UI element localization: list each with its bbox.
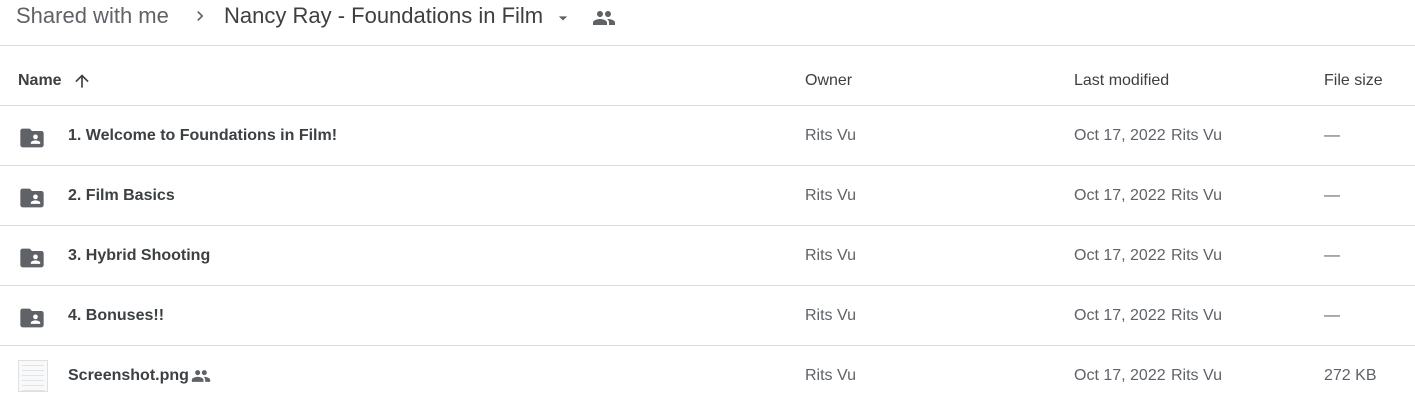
owner-name: Rits Vu xyxy=(805,127,856,144)
modified-date: Oct 17, 2022 xyxy=(1074,307,1166,324)
file-name: 3. Hybrid Shooting xyxy=(68,247,211,264)
shared-folder-icon xyxy=(20,188,44,208)
modified-date: Oct 17, 2022 xyxy=(1074,127,1166,144)
owner-name: Rits Vu xyxy=(805,187,856,204)
file-name: Screenshot.png xyxy=(68,367,189,384)
owner-name: Rits Vu xyxy=(805,367,856,384)
image-thumbnail xyxy=(18,360,48,392)
modified-date: Oct 17, 2022 xyxy=(1074,187,1166,204)
modified-by: Rits Vu xyxy=(1171,187,1222,204)
shared-folder-icon xyxy=(20,128,44,148)
modified-by: Rits Vu xyxy=(1171,127,1222,144)
table-row[interactable]: 3. Hybrid Shooting Rits Vu Oct 17, 2022 … xyxy=(0,226,1415,286)
file-name: 4. Bonuses!! xyxy=(68,307,165,324)
owner-name: Rits Vu xyxy=(805,307,856,324)
chevron-right-icon xyxy=(197,11,204,21)
column-header-row: Name Owner Last modified File size xyxy=(0,46,1415,106)
table-row[interactable]: 4. Bonuses!! Rits Vu Oct 17, 2022 Rits V… xyxy=(0,286,1415,346)
modified-by: Rits Vu xyxy=(1171,367,1222,384)
column-header-file-size[interactable]: File size xyxy=(1324,46,1383,106)
file-name: 2. Film Basics xyxy=(68,187,175,204)
file-size: — xyxy=(1324,187,1340,204)
modified-by: Rits Vu xyxy=(1171,307,1222,324)
file-size: 272 KB xyxy=(1324,367,1377,384)
shared-folder-icon xyxy=(20,248,44,268)
modified-by: Rits Vu xyxy=(1171,247,1222,264)
file-name: 1. Welcome to Foundations in Film! xyxy=(68,127,338,144)
file-size: — xyxy=(1324,127,1340,144)
breadcrumb-current-folder[interactable]: Nancy Ray - Foundations in Film xyxy=(224,2,543,30)
modified-date: Oct 17, 2022 xyxy=(1074,247,1166,264)
breadcrumb: Shared with me Nancy Ray - Foundations i… xyxy=(0,0,1415,46)
file-size: — xyxy=(1324,307,1340,324)
people-icon xyxy=(191,370,211,382)
breadcrumb-shared-with-me[interactable]: Shared with me xyxy=(16,2,169,30)
people-icon[interactable] xyxy=(592,6,616,30)
table-row[interactable]: 2. Film Basics Rits Vu Oct 17, 2022 Rits… xyxy=(0,166,1415,226)
shared-folder-icon xyxy=(20,308,44,328)
owner-name: Rits Vu xyxy=(805,247,856,264)
file-size: — xyxy=(1324,247,1340,264)
table-row[interactable]: Screenshot.png Rits Vu Oct 17, 2022 Rits… xyxy=(0,346,1415,402)
column-header-name[interactable]: Name xyxy=(18,46,62,106)
table-row[interactable]: 1. Welcome to Foundations in Film! Rits … xyxy=(0,106,1415,166)
caret-down-icon[interactable] xyxy=(553,8,573,28)
modified-date: Oct 17, 2022 xyxy=(1074,367,1166,384)
arrow-up-icon[interactable] xyxy=(72,71,92,91)
column-header-owner[interactable]: Owner xyxy=(805,46,852,106)
column-header-last-modified[interactable]: Last modified xyxy=(1074,46,1169,106)
